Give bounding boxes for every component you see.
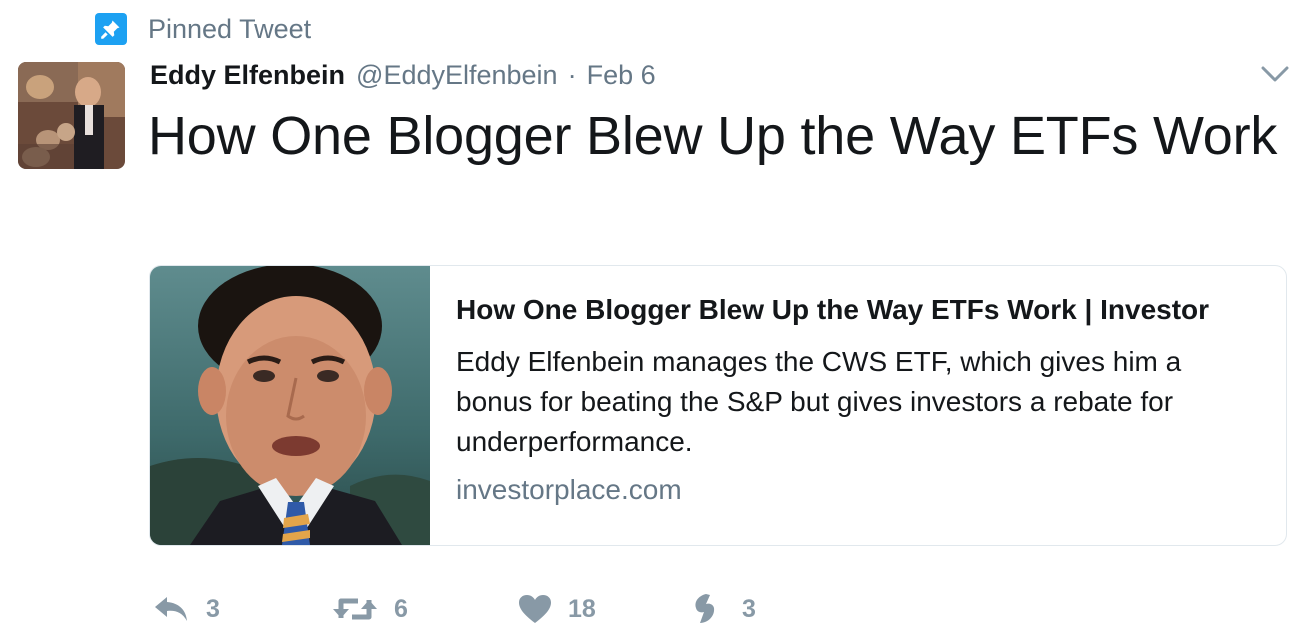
reply-button[interactable]: 3 [152, 594, 332, 624]
like-button[interactable]: 18 [518, 594, 690, 624]
reply-icon [152, 594, 190, 624]
card-domain[interactable]: investorplace.com [456, 474, 1258, 506]
like-count: 18 [568, 594, 596, 623]
moments-icon [690, 592, 726, 626]
pinned-label: Pinned Tweet [148, 13, 312, 44]
card-title[interactable]: How One Blogger Blew Up the Way ETFs Wor… [456, 292, 1258, 328]
tweet-header: Eddy Elfenbein @EddyElfenbein · Feb 6 [150, 60, 656, 96]
reply-count: 3 [206, 594, 220, 623]
moments-button[interactable]: 3 [690, 592, 756, 626]
moments-count: 3 [742, 594, 756, 623]
pin-icon [95, 13, 127, 45]
caret-down-icon[interactable] [1259, 62, 1291, 86]
retweet-button[interactable]: 6 [332, 594, 518, 624]
tweet-text: How One Blogger Blew Up the Way ETFs Wor… [148, 106, 1278, 166]
card-description: Eddy Elfenbein manages the CWS ETF, whic… [456, 346, 1182, 457]
avatar[interactable] [18, 62, 125, 169]
pinned-indicator: Pinned Tweet [95, 12, 311, 46]
tweet-actions: 3 6 18 3 [152, 590, 756, 628]
retweet-icon [332, 594, 378, 624]
card-image [150, 266, 430, 545]
retweet-count: 6 [394, 594, 408, 623]
header-separator: · [567, 60, 577, 90]
heart-icon [518, 594, 552, 624]
link-card[interactable]: How One Blogger Blew Up the Way ETFs Wor… [149, 265, 1287, 546]
pinned-tweet[interactable]: Pinned Tweet Eddy Elfenbein @EddyElfenbe… [0, 0, 1307, 641]
author-handle[interactable]: @EddyElfenbein [356, 60, 558, 91]
author-name[interactable]: Eddy Elfenbein [150, 60, 345, 91]
tweet-timestamp[interactable]: Feb 6 [587, 60, 656, 91]
card-body: How One Blogger Blew Up the Way ETFs Wor… [430, 266, 1286, 545]
